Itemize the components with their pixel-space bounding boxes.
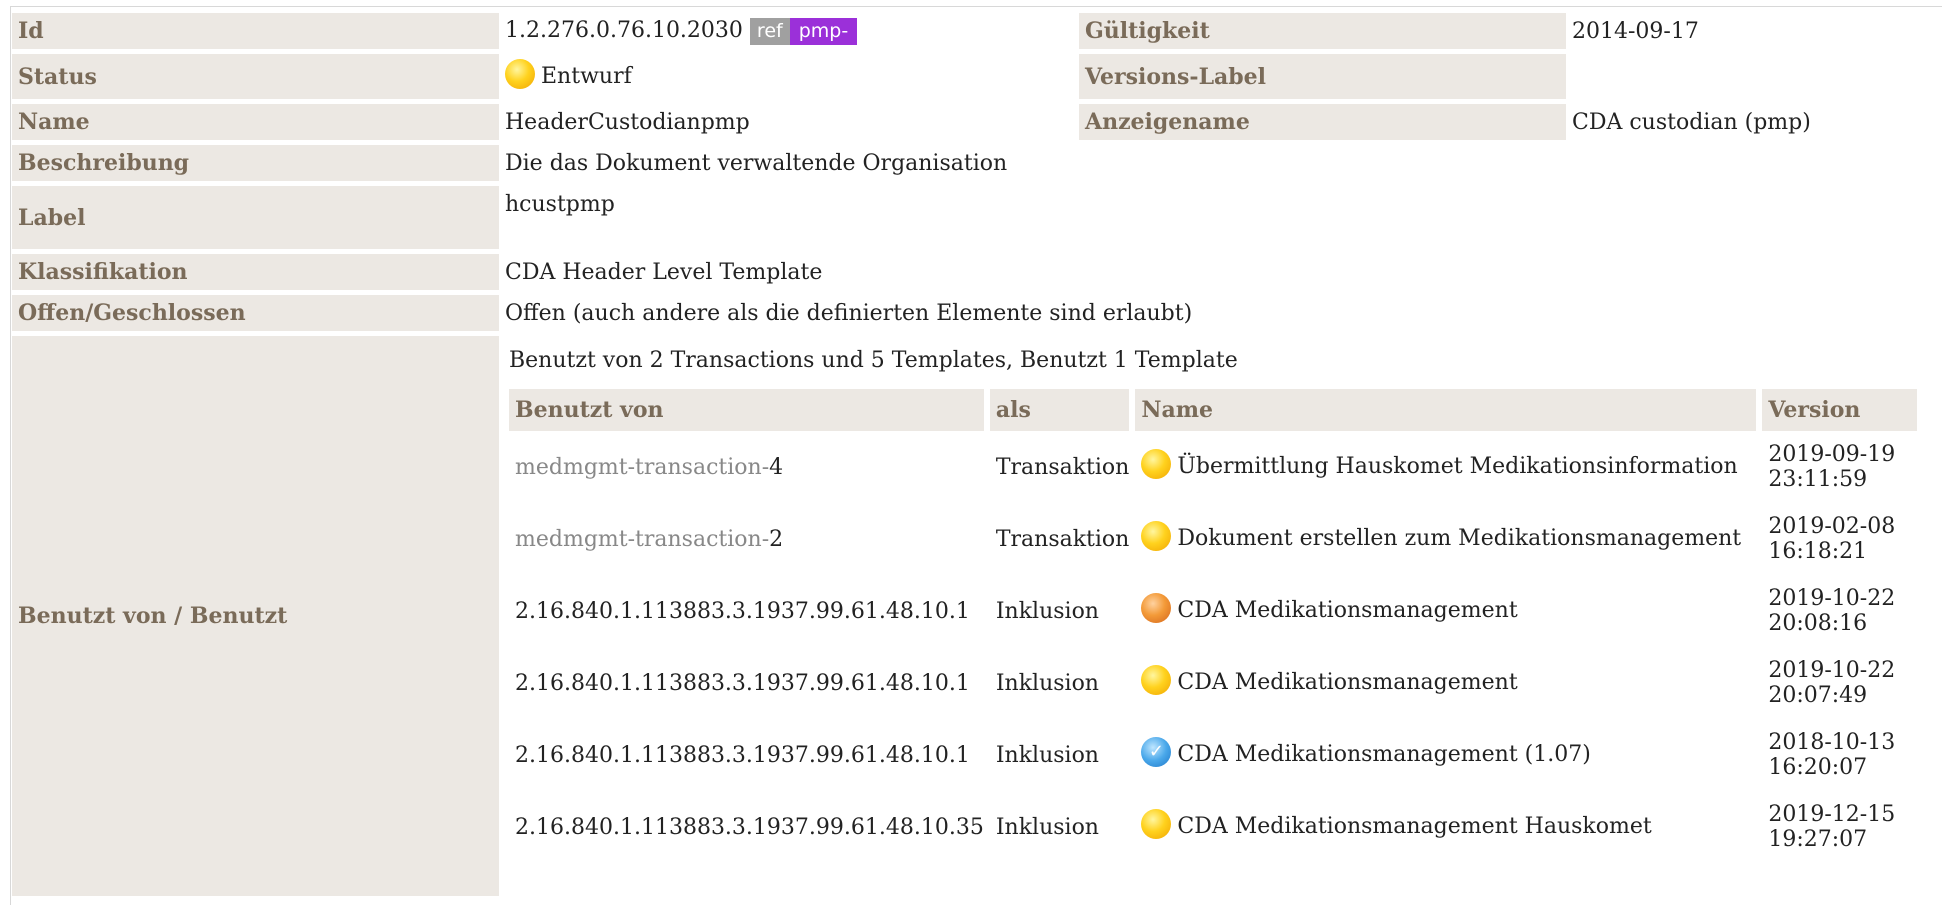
usage-type: Transaktion [995,526,1130,552]
version-date: 2019-12-15 [1768,802,1896,827]
version-date: 2019-10-22 [1768,586,1896,611]
usage-name-cell: ✓ CDA Medikationsmanagement (1.07) [1135,719,1762,791]
klassifikation-value: CDA Header Level Template [505,259,823,285]
usage-template-id[interactable]: 2.16.840.1.113883.3.1937.99.61.48.10.35 [509,791,990,863]
version-time: 23:11:59 [1768,467,1868,492]
column-header-name[interactable]: Name [1135,389,1763,431]
draft-status-icon [505,58,535,89]
usage-version: 2018-10-13 16:20:07 [1762,719,1917,791]
gueltigkeit-label: Gültigkeit [1079,13,1566,49]
transaction-link-prefix[interactable]: medmgmt-transaction- [515,527,769,552]
table-row: 2.16.840.1.113883.3.1937.99.61.48.10.35 … [509,791,1917,863]
id-value-cell: 1.2.276.0.76.10.2030 ref pmp- [499,13,1079,49]
usage-template-id[interactable]: 2.16.840.1.113883.3.1937.99.61.48.10.1 [509,575,990,647]
column-header-als[interactable]: als [989,389,1136,431]
usage-type: Inklusion [995,742,1099,768]
usage-type: Transaktion [995,454,1130,480]
usage-name-cell: Übermittlung Hauskomet Medikationsinform… [1135,431,1762,503]
usage-type: Inklusion [995,670,1099,696]
transaction-link-number[interactable]: 4 [769,455,783,480]
draft-status-icon [1141,449,1172,479]
active-check-icon: ✓ [1141,737,1172,767]
usage-name-cell: CDA Medikationsmanagement [1135,647,1762,719]
ref-badge: ref [749,17,790,45]
usage-name-cell: CDA Medikationsmanagement Hauskomet [1135,791,1762,863]
usage-name-cell: CDA Medikationsmanagement [1135,575,1762,647]
usage-link[interactable]: medmgmt-transaction-2 [509,503,990,575]
draft-status-icon [1141,521,1172,551]
usage-name: Dokument erstellen zum Medikationsmanage… [1177,526,1742,551]
version-date: 2019-10-22 [1768,658,1896,683]
name-label: Name [12,104,499,140]
usage-version: 2019-10-22 20:08:16 [1762,575,1917,647]
status-value-cell: Entwurf [499,54,1079,99]
usage-name-cell: Dokument erstellen zum Medikationsmanage… [1135,503,1762,575]
klassifikation-label: Klassifikation [12,254,499,290]
version-time: 20:08:16 [1768,611,1868,636]
beschreibung-label: Beschreibung [12,145,499,181]
versions-label-value [1566,54,1942,99]
offen-geschlossen-label: Offen/Geschlossen [12,295,499,331]
pmp-prefix-badge: pmp- [789,17,858,45]
table-row: 2.16.840.1.113883.3.1937.99.61.48.10.1 I… [509,719,1917,791]
beschreibung-value: Die das Dokument verwaltende Organisatio… [505,150,1008,176]
usage-name: CDA Medikationsmanagement Hauskomet [1177,814,1652,839]
offen-geschlossen-value: Offen (auch andere als die definierten E… [505,300,1193,326]
label-value: hcustpmp [505,192,615,217]
usage-template-id[interactable]: 2.16.840.1.113883.3.1937.99.61.48.10.1 [509,647,990,719]
usage-summary: Benutzt von 2 Transactions und 5 Templat… [509,348,1238,373]
version-date: 2019-02-08 [1768,514,1896,539]
anzeigename-label: Anzeigename [1079,104,1566,140]
status-label: Status [12,54,499,99]
usage-name: CDA Medikationsmanagement (1.07) [1177,742,1591,767]
draft-status-icon [1141,809,1172,839]
table-row: medmgmt-transaction-4 Transaktion Übermi… [509,431,1917,503]
column-header-version[interactable]: Version [1762,389,1917,431]
label-label: Label [12,186,499,249]
column-header-benutzt-von[interactable]: Benutzt von [509,389,990,431]
version-time: 16:18:21 [1768,539,1868,564]
id-value: 1.2.276.0.76.10.2030 [505,17,743,43]
version-time: 20:07:49 [1768,683,1868,708]
status-value: Entwurf [541,63,632,89]
usage-name: Übermittlung Hauskomet Medikationsinform… [1177,454,1738,479]
table-row: 2.16.840.1.113883.3.1937.99.61.48.10.1 I… [509,647,1917,719]
usage-version: 2019-09-19 23:11:59 [1762,431,1917,503]
id-label: Id [12,13,499,49]
transaction-link-number[interactable]: 2 [769,527,783,552]
usage-link[interactable]: medmgmt-transaction-4 [509,431,990,503]
version-time: 16:20:07 [1768,755,1868,780]
usage-version: 2019-12-15 19:27:07 [1762,791,1917,863]
pending-status-icon [1141,593,1172,623]
template-metadata-table: Id 1.2.276.0.76.10.2030 ref pmp- Gültigke… [12,8,1942,901]
anzeigename-value: CDA custodian (pmp) [1572,109,1811,135]
table-row: medmgmt-transaction-2 Transaktion Dokume… [509,503,1917,575]
gueltigkeit-value: 2014-09-17 [1572,18,1699,44]
version-date: 2019-09-19 [1768,442,1896,467]
benutzt-von-label: Benutzt von / Benutzt [12,336,499,896]
usage-version: 2019-02-08 16:18:21 [1762,503,1917,575]
transaction-link-prefix[interactable]: medmgmt-transaction- [515,455,769,480]
usage-name: CDA Medikationsmanagement [1177,598,1518,623]
draft-status-icon [1141,665,1172,695]
benutzt-von-cell: Benutzt von 2 Transactions und 5 Templat… [499,336,1942,896]
version-time: 19:27:07 [1768,827,1868,852]
usage-name: CDA Medikationsmanagement [1177,670,1518,695]
versions-label-label: Versions-Label [1079,54,1566,99]
usage-version: 2019-10-22 20:07:49 [1762,647,1917,719]
usage-table: Benutzt von als Name Version medmgmt-tra… [509,389,1917,863]
usage-template-id[interactable]: 2.16.840.1.113883.3.1937.99.61.48.10.1 [509,719,990,791]
name-value: HeaderCustodianpmp [505,109,750,135]
table-row: 2.16.840.1.113883.3.1937.99.61.48.10.1 I… [509,575,1917,647]
usage-type: Inklusion [995,814,1099,840]
version-date: 2018-10-13 [1768,730,1896,755]
usage-type: Inklusion [995,598,1099,624]
